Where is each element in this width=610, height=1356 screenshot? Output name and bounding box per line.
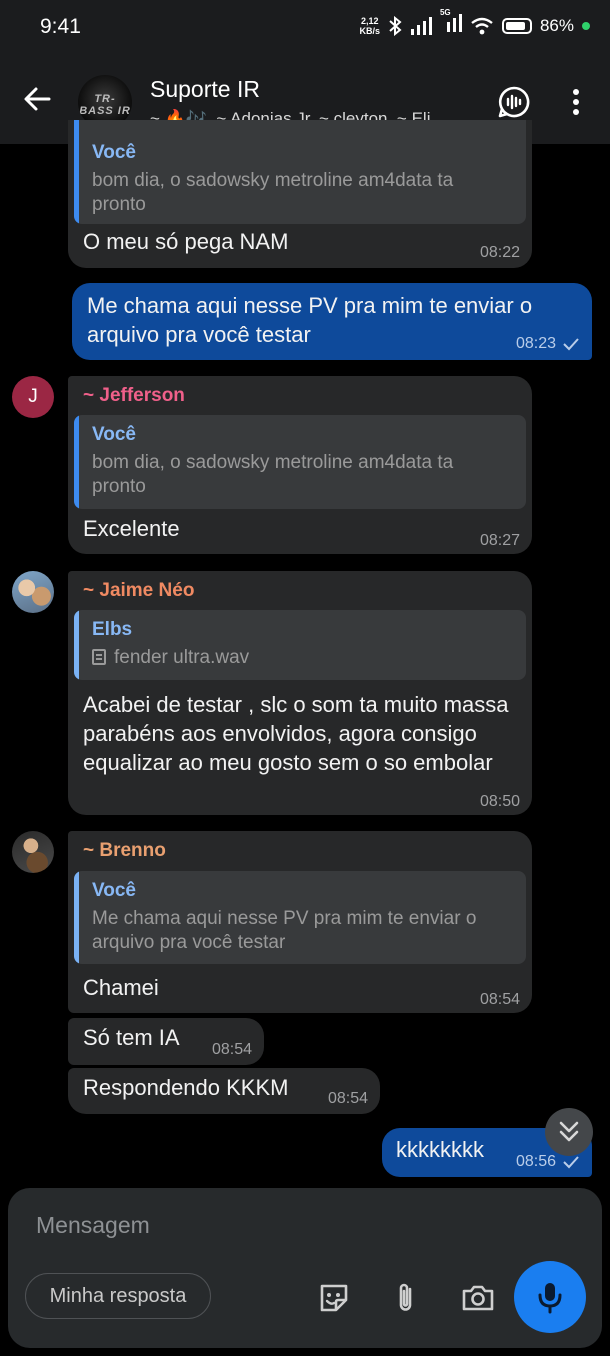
battery-icon (501, 17, 532, 34)
document-icon (92, 649, 106, 665)
reply-text: bom dia, o sadowsky metroline am4data ta… (92, 452, 454, 497)
reply-bar (74, 415, 79, 509)
message-text: Acabei de testar , slc o som ta muito ma… (83, 692, 509, 775)
voice-record-button[interactable] (514, 1261, 586, 1333)
message-bubble[interactable]: ~ Brenno Você Me chama aqui nesse PV pra… (68, 831, 532, 1013)
reply-text: Me chama aqui nesse PV pra mim te enviar… (92, 908, 477, 953)
sender-name[interactable]: ~ Jefferson (83, 385, 185, 407)
more-vertical-icon[interactable] (564, 86, 588, 118)
chat-title[interactable]: Suporte IR (150, 76, 260, 103)
reply-text: bom dia, o sadowsky metroline am4data ta… (92, 170, 454, 215)
reply-author: Você (92, 880, 137, 901)
read-check-icon (563, 338, 579, 351)
message-time: 08:27 (479, 532, 520, 549)
message-bubble[interactable]: Você bom dia, o sadowsky metroline am4da… (68, 120, 532, 268)
back-arrow-icon[interactable] (22, 84, 52, 114)
message-bubble[interactable]: Só tem IA 08:54 (68, 1018, 264, 1065)
paperclip-icon[interactable] (388, 1280, 424, 1316)
message-bubble-outgoing[interactable]: Me chama aqui nesse PV pra mim te enviar… (72, 283, 592, 360)
quick-reply-chip[interactable]: Minha resposta (25, 1273, 211, 1319)
message-time: 08:23 (515, 335, 556, 352)
status-indicators: 2,12 KB/s 5G 86% (359, 8, 590, 37)
message-time: 08:50 (479, 793, 520, 810)
reply-bar (74, 610, 79, 680)
status-time: 9:41 (40, 15, 81, 38)
status-bar: 9:41 2,12 KB/s 5G 86% (0, 0, 610, 56)
reply-bar (74, 871, 79, 964)
message-text: Me chama aqui nesse PV pra mim te enviar… (87, 293, 533, 347)
message-time: 08:54 (211, 1041, 252, 1058)
message-text: Respondendo KKKM (83, 1075, 289, 1100)
reply-author: Elbs (92, 619, 133, 640)
network-speed: 2,12 KB/s (359, 15, 380, 36)
reply-quote[interactable]: Você bom dia, o sadowsky metroline am4da… (74, 120, 526, 224)
message-text: kkkkkkkk (396, 1137, 484, 1162)
reply-file-name: fender ultra.wav (114, 647, 250, 668)
avatar[interactable] (12, 571, 54, 613)
wifi-icon (471, 17, 493, 34)
battery-percent: 86% (539, 15, 574, 35)
avatar[interactable] (12, 831, 54, 873)
signal-5g: 5G (440, 8, 462, 37)
message-text: Só tem IA (83, 1025, 180, 1050)
reply-quote[interactable]: Elbs fender ultra.wav (74, 610, 526, 680)
voice-chat-icon[interactable] (497, 85, 531, 119)
group-avatar-logo: TR-BASS IR (79, 93, 131, 117)
sender-name[interactable]: ~ Brenno (83, 840, 166, 862)
message-time: 08:54 (327, 1090, 368, 1107)
microphone-icon (538, 1283, 562, 1314)
message-composer: Mensagem Minha resposta (8, 1188, 602, 1348)
reply-quote[interactable]: Você bom dia, o sadowsky metroline am4da… (74, 415, 526, 509)
reply-author: Você (92, 142, 137, 163)
battery-fill (505, 21, 525, 30)
reply-bar (74, 120, 79, 224)
message-bubble[interactable]: ~ Jefferson Você bom dia, o sadowsky met… (68, 376, 532, 554)
message-bubble[interactable]: ~ Jaime Néo Elbs fender ultra.wav Acabei… (68, 571, 532, 815)
message-time: 08:54 (479, 991, 520, 1008)
scroll-down-button[interactable] (545, 1108, 593, 1156)
message-text: O meu só pega NAM (83, 229, 289, 254)
bluetooth-icon (389, 15, 402, 36)
reply-quote[interactable]: Você Me chama aqui nesse PV pra mim te e… (74, 871, 526, 964)
message-text: Excelente (83, 516, 180, 541)
message-text: Chamei (83, 975, 159, 1000)
double-chevron-down-icon (559, 1121, 579, 1142)
signal-icon (410, 16, 432, 35)
read-check-icon (563, 1156, 579, 1169)
sticker-icon[interactable] (316, 1280, 352, 1316)
message-bubble[interactable]: Respondendo KKKM 08:54 (68, 1068, 380, 1114)
message-time: 08:22 (479, 244, 520, 261)
camera-icon[interactable] (460, 1280, 496, 1316)
message-input[interactable]: Mensagem (36, 1212, 150, 1239)
avatar[interactable]: J (12, 376, 54, 418)
privacy-dot (582, 21, 590, 30)
reply-author: Você (92, 424, 137, 445)
sender-name[interactable]: ~ Jaime Néo (83, 580, 194, 602)
reply-file: fender ultra.wav (92, 646, 512, 670)
